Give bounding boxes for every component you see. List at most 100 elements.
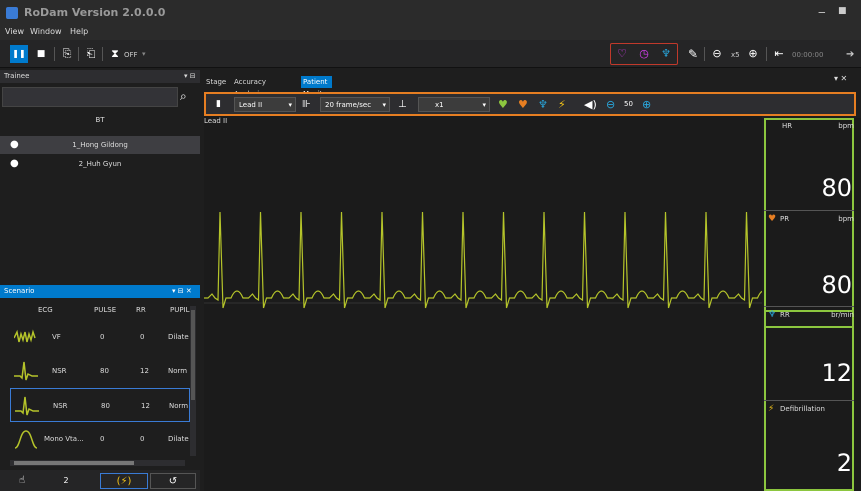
- scenario-scrollbar-horizontal[interactable]: [10, 460, 185, 466]
- pulse-cell: 80: [100, 367, 109, 375]
- vital-rr: ♆ RR br/min 12: [764, 306, 854, 400]
- vital-label: HR: [782, 122, 793, 130]
- scrollbar-thumb[interactable]: [14, 461, 134, 465]
- volume-value: 50: [624, 100, 633, 108]
- pupil-cell: Norm: [169, 402, 189, 410]
- heart-monitor-icon[interactable]: ♡: [613, 46, 631, 62]
- menu-help[interactable]: Help: [70, 27, 88, 36]
- pupil-cell: Dilate: [168, 333, 189, 341]
- ecg-cell: Mono Vta...: [44, 435, 84, 443]
- lungs-icon[interactable]: ♆: [657, 46, 675, 62]
- lungs-icon[interactable]: ♆: [538, 97, 554, 112]
- pin-icon[interactable]: ▾ ⊟: [184, 70, 196, 83]
- lead-select[interactable]: Lead II ▾: [234, 97, 296, 112]
- vital-pr: ♥ PR bpm 80: [764, 210, 854, 306]
- scenario-scrollbar-vertical[interactable]: [190, 306, 196, 456]
- toolbar-separator: [78, 47, 79, 61]
- search-icon[interactable]: ⌕: [180, 89, 187, 104]
- export-icon[interactable]: ⎘: [58, 45, 76, 63]
- pulse-cell: 0: [100, 435, 105, 443]
- gain-select[interactable]: x1 ▾: [418, 97, 490, 112]
- title-bar: RoDam Version 2.0.0.0 ‒ ■: [0, 0, 861, 26]
- scrollbar-thumb[interactable]: [191, 310, 195, 400]
- vital-defibrillation: ⚡ Defibrillation 2: [764, 400, 854, 491]
- tab-patient-monitor[interactable]: Patient Monitor: [301, 76, 332, 98]
- nsr-waveform-icon: [14, 361, 38, 381]
- table-row[interactable]: NSR 80 12 Norm: [10, 388, 190, 422]
- rr-cell: 12: [141, 402, 150, 410]
- rr-cell: 0: [140, 333, 145, 341]
- import-icon[interactable]: ⎗: [82, 45, 100, 63]
- vf-waveform-icon: [14, 329, 36, 343]
- ecg-trace: [204, 211, 771, 309]
- pulse-cell: 80: [101, 402, 110, 410]
- volume-down-icon[interactable]: ⊖: [606, 97, 620, 112]
- ecg-waveform: [204, 211, 771, 309]
- settings-icon[interactable]: ▮: [216, 97, 226, 112]
- monitor-toolbar: ▮ Lead II ▾ ⊪ 20 frame/sec ▾ ⊥ x1 ▾ ♥ ♥ …: [204, 92, 856, 116]
- zoom-out-icon[interactable]: ⊖: [708, 45, 726, 63]
- maximize-button[interactable]: ■: [838, 6, 847, 16]
- graph-lead-label: Lead II: [204, 117, 228, 125]
- tab-accuracy-analysis[interactable]: Accuracy Analysis: [232, 76, 268, 98]
- time-display: 00:00:00: [792, 51, 824, 59]
- timer-icon[interactable]: ◷: [635, 46, 653, 62]
- pulse-cell: 0: [100, 333, 105, 341]
- heart-icon[interactable]: ♥: [498, 97, 514, 112]
- monitor-mode-group: ♡ ◷ ♆: [610, 43, 678, 65]
- table-row[interactable]: VF 0 0 Dilate: [10, 320, 190, 354]
- tab-stage[interactable]: Stage: [204, 76, 228, 88]
- ecg-cell: VF: [52, 333, 61, 341]
- hand-pointer-icon[interactable]: ☝: [14, 473, 30, 489]
- vital-value: 80: [821, 271, 852, 299]
- vital-value: 12: [821, 359, 852, 387]
- pause-button[interactable]: ❚❚: [10, 45, 28, 63]
- rr-cell: 12: [140, 367, 149, 375]
- vital-label: Defibrillation: [780, 405, 825, 413]
- toolbar-separator: [54, 47, 55, 61]
- heart-icon: ♥: [768, 214, 777, 224]
- record-state[interactable]: OFF: [124, 51, 138, 59]
- arrow-right-icon[interactable]: ➔: [846, 49, 854, 60]
- table-row[interactable]: NSR 80 12 Norm: [10, 354, 190, 388]
- mono-vt-waveform-icon: [14, 430, 38, 449]
- heart-icon[interactable]: ♥: [518, 97, 534, 112]
- count-label: 2: [63, 476, 69, 485]
- menu-bar: View Window Help: [0, 26, 861, 40]
- app-logo-icon: [6, 7, 18, 19]
- reset-icon[interactable]: ↺: [150, 473, 196, 489]
- ecg-cell: NSR: [52, 367, 67, 375]
- chevron-down-icon[interactable]: ▾: [142, 50, 146, 58]
- list-item[interactable]: ● 2_Huh Gyun: [0, 155, 200, 173]
- zoom-in-icon[interactable]: ⊕: [744, 45, 762, 63]
- pupil-cell: Norm: [168, 367, 188, 375]
- pin-icon[interactable]: ▾ ⊟ ✕: [172, 285, 192, 298]
- table-row[interactable]: Mono Vta... 0 0 Dilate: [10, 422, 190, 456]
- minimize-button[interactable]: ‒: [818, 5, 826, 19]
- column-header-ecg: ECG: [38, 306, 53, 314]
- menu-view[interactable]: View: [5, 27, 24, 36]
- vital-label: RR: [780, 311, 790, 319]
- menu-window[interactable]: Window: [30, 27, 62, 36]
- trainee-column-header: BT: [95, 116, 105, 124]
- speaker-icon[interactable]: ◀): [584, 97, 600, 112]
- toolbar-separator: [102, 47, 103, 61]
- column-header-rr: RR: [136, 306, 146, 314]
- column-header-pulse: PULSE: [94, 306, 117, 314]
- bolt-icon[interactable]: ⚡: [558, 97, 574, 112]
- main-toolbar: ❚❚ ■ ⎘ ⎗ ⧗ OFF ▾ ♡ ◷ ♆ ✎ ⊖ x5 ⊕ ⇤ 00:00:…: [0, 40, 861, 68]
- vital-unit: br/min: [831, 311, 854, 319]
- defibrillate-button[interactable]: (⚡): [100, 473, 148, 489]
- search-input[interactable]: [2, 87, 178, 107]
- stop-button[interactable]: ■: [32, 45, 50, 63]
- trainee-panel-header: Trainee ▾ ⊟: [0, 70, 200, 83]
- record-icon[interactable]: ⧗: [106, 45, 124, 63]
- close-panel-icon[interactable]: ▾ ✕: [834, 74, 847, 83]
- volume-up-icon[interactable]: ⊕: [642, 97, 656, 112]
- speed-select[interactable]: 20 frame/sec ▾: [320, 97, 390, 112]
- lungs-icon: ♆: [768, 310, 777, 320]
- wrench-icon[interactable]: ✎: [684, 45, 702, 63]
- rr-cell: 0: [140, 435, 145, 443]
- skip-start-icon[interactable]: ⇤: [770, 45, 788, 63]
- list-item[interactable]: ● 1_Hong Gildong: [0, 136, 200, 154]
